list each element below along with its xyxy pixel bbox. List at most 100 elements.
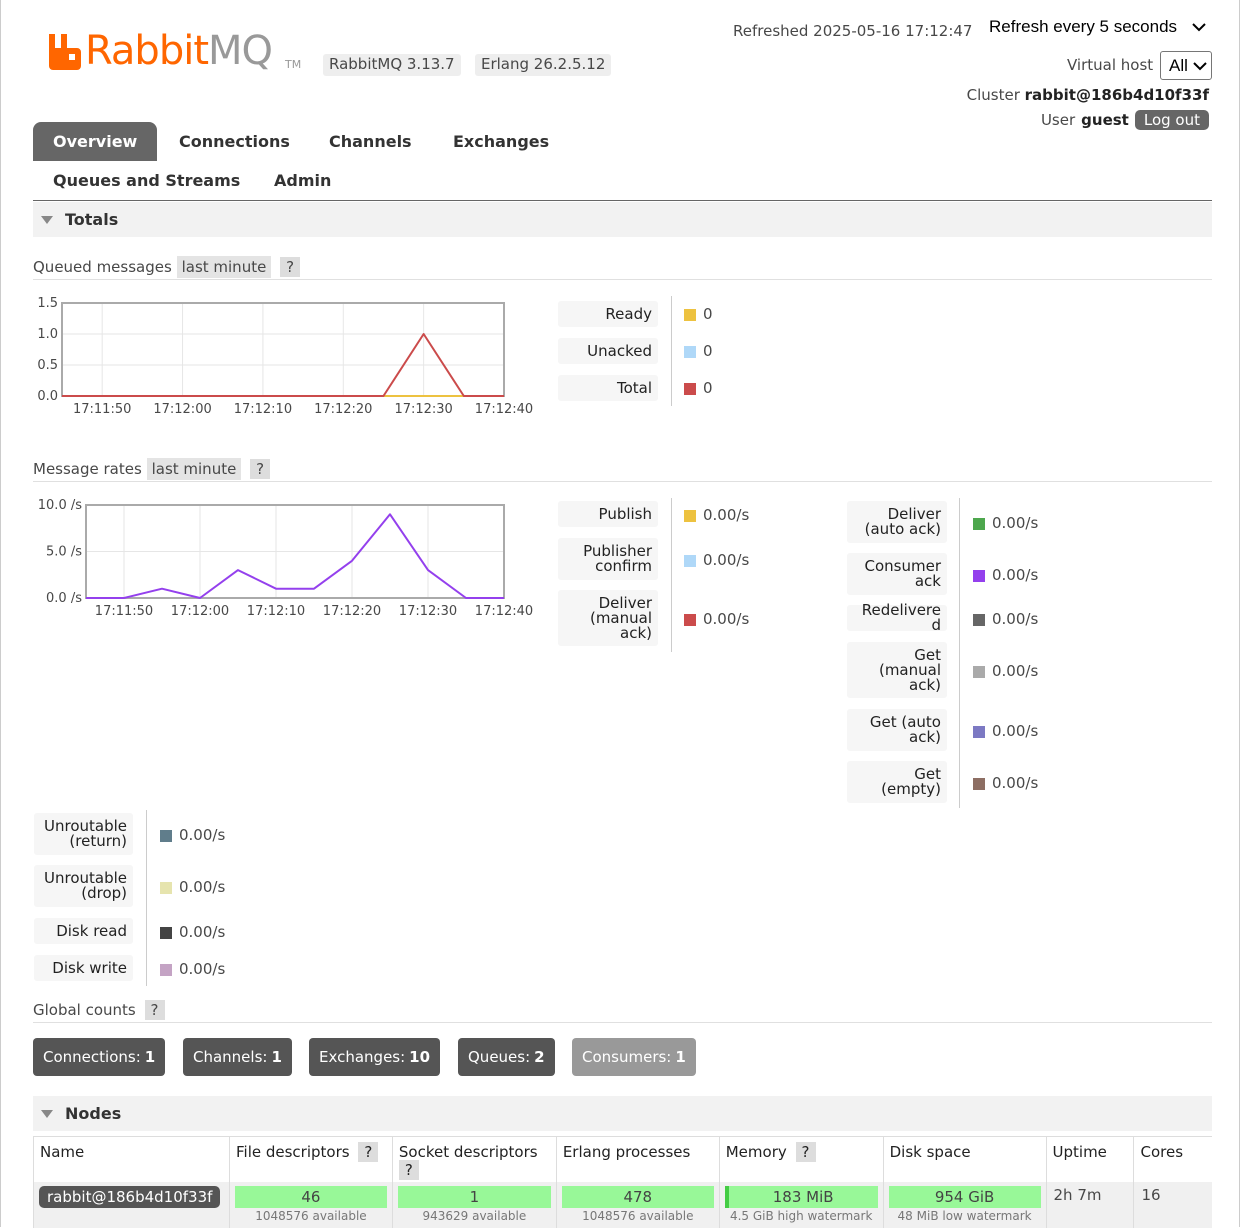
count-label: Consumers:: [582, 1048, 672, 1066]
legend-label-text: Total: [616, 378, 652, 397]
x-tick-label: 17:12:30: [399, 604, 457, 619]
disk-space-bar: 954 GiB: [888, 1185, 1041, 1208]
legend-swatch: [973, 518, 985, 530]
queued-help-button[interactable]: ?: [280, 257, 301, 277]
count-connections[interactable]: Connections: 1: [33, 1038, 166, 1076]
legend-value: 0.00/s: [703, 506, 750, 524]
y-tick-label: 0.5: [37, 358, 58, 373]
legend-separator: [671, 498, 672, 652]
legend-value: 0.00/s: [703, 551, 750, 569]
socket-descriptors-available: 943629 available: [422, 1208, 527, 1223]
cluster-name: rabbit@186b4d10f33f: [1024, 86, 1209, 104]
column-label: Uptime: [1052, 1143, 1107, 1161]
legend-swatch: [684, 346, 696, 358]
legend-value: 0.00/s: [992, 774, 1039, 792]
y-tick-label: 1.0: [37, 327, 58, 342]
cluster-info: Cluster rabbit@186b4d10f33f: [967, 86, 1209, 104]
legend-value: 0.00/s: [179, 826, 226, 844]
count-value: 1: [271, 1048, 282, 1066]
count-value: 1: [144, 1048, 156, 1066]
x-tick-label: 17:12:10: [247, 604, 305, 619]
legend-label: Publisher confirm: [558, 538, 658, 580]
col-memory[interactable]: Memory ?: [718, 1136, 884, 1182]
nodes-table: Name File descriptors ? Socket descripto…: [33, 1136, 1212, 1228]
help-button[interactable]: ?: [795, 1142, 816, 1162]
legend-separator: [671, 296, 672, 406]
global-counts-label: Global counts: [33, 1001, 136, 1019]
queued-messages-chart: 0.0 0.5 1.0 1.5 17:11:50 17:12:00 17:12:10 17:1…: [37, 296, 533, 417]
erlang-processes-available: 1048576 available: [582, 1208, 694, 1223]
table-header-row: Name File descriptors ? Socket descripto…: [33, 1136, 1212, 1182]
count-exchanges[interactable]: Exchanges: 10: [309, 1038, 441, 1076]
legend-value: 0.00/s: [703, 610, 750, 628]
help-button[interactable]: ?: [398, 1160, 419, 1180]
file-descriptors-bar: 46: [234, 1185, 387, 1208]
legend-swatch: [160, 964, 172, 976]
legend-label: Unroutable (drop): [34, 865, 133, 907]
totals-title: Totals: [65, 210, 119, 229]
disk-space-watermark: 48 MiB low watermark: [897, 1208, 1032, 1223]
legend-swatch: [684, 555, 696, 567]
vhost-value: All: [1169, 55, 1188, 75]
logout-button[interactable]: Log out: [1134, 110, 1209, 130]
count-channels[interactable]: Channels: 1: [183, 1038, 292, 1076]
legend-label-text: Unroutable (return): [44, 817, 127, 850]
vhost-select[interactable]: All: [1160, 51, 1212, 80]
erlang-processes-bar: 478: [561, 1185, 714, 1208]
legend-swatch: [684, 614, 696, 626]
col-disk-space[interactable]: Disk space: [882, 1136, 1047, 1182]
queued-messages-label: Queued messages: [33, 258, 172, 276]
tab-admin[interactable]: Admin: [254, 161, 351, 200]
col-cores[interactable]: Cores: [1133, 1136, 1212, 1182]
count-label: Channels:: [193, 1048, 268, 1066]
legend-value: 0: [703, 342, 713, 360]
legend-swatch: [973, 726, 985, 738]
tab-channels[interactable]: Channels: [309, 122, 432, 161]
legend-value: 0.00/s: [992, 722, 1039, 740]
trademark: TM: [285, 58, 302, 71]
tab-queues-and-streams[interactable]: Queues and Streams: [33, 161, 260, 200]
node-name-link[interactable]: rabbit@186b4d10f33f: [39, 1185, 221, 1208]
rabbitmq-logo[interactable]: RabbitMQ TM: [47, 28, 317, 76]
tab-connections[interactable]: Connections: [159, 122, 310, 161]
y-tick-label: 0.0 /s: [46, 591, 82, 606]
legend-label-text: Publisher confirm: [583, 542, 652, 575]
legend-separator: [146, 810, 147, 986]
col-file-descriptors[interactable]: File descriptors ?: [228, 1136, 393, 1182]
vhost-label: Virtual host: [1067, 56, 1154, 74]
queued-range-selector[interactable]: last minute: [176, 256, 272, 278]
rates-help-button[interactable]: ?: [250, 459, 271, 479]
legend-label-text: Deliver (manual ack): [589, 593, 652, 642]
global-counts-help-button[interactable]: ?: [144, 1000, 165, 1020]
nodes-section-header[interactable]: Nodes: [33, 1096, 1212, 1131]
legend-swatch: [160, 882, 172, 894]
legend-label-text: Unacked: [587, 341, 652, 360]
tab-exchanges[interactable]: Exchanges: [433, 122, 569, 161]
col-socket-descriptors[interactable]: Socket descriptors?: [391, 1136, 557, 1182]
totals-section-header[interactable]: Totals: [33, 202, 1212, 237]
x-tick-label: 17:12:10: [234, 402, 292, 417]
tab-overview[interactable]: Overview: [33, 122, 158, 161]
legend-label: Consumer ack: [847, 553, 947, 595]
refresh-interval-select[interactable]: Refresh every 5 seconds: [985, 17, 1212, 37]
column-label: Memory: [725, 1143, 787, 1161]
col-name[interactable]: Name: [33, 1136, 230, 1182]
collapse-triangle-icon: [41, 1110, 53, 1118]
y-tick-label: 1.5: [37, 296, 58, 311]
count-label: Connections:: [43, 1048, 141, 1066]
rates-range-selector[interactable]: last minute: [146, 458, 242, 480]
socket-descriptors-bar: 1: [397, 1185, 551, 1208]
rabbitmq-version: RabbitMQ 3.13.7: [323, 54, 461, 76]
col-erlang-processes[interactable]: Erlang processes: [555, 1136, 720, 1182]
legend-label: Deliver (manual ack): [558, 590, 658, 646]
count-consumers[interactable]: Consumers: 1: [572, 1038, 696, 1076]
help-button[interactable]: ?: [358, 1142, 379, 1162]
col-uptime[interactable]: Uptime: [1045, 1136, 1134, 1182]
x-tick-label: 17:12:30: [394, 402, 452, 417]
series-line-consumer-ack: [86, 513, 504, 599]
count-label: Exchanges:: [319, 1048, 406, 1066]
legend-value: 0.00/s: [179, 878, 226, 896]
count-queues[interactable]: Queues: 2: [458, 1038, 555, 1076]
legend-swatch: [973, 570, 985, 582]
legend-label-text: Publish: [598, 504, 652, 523]
